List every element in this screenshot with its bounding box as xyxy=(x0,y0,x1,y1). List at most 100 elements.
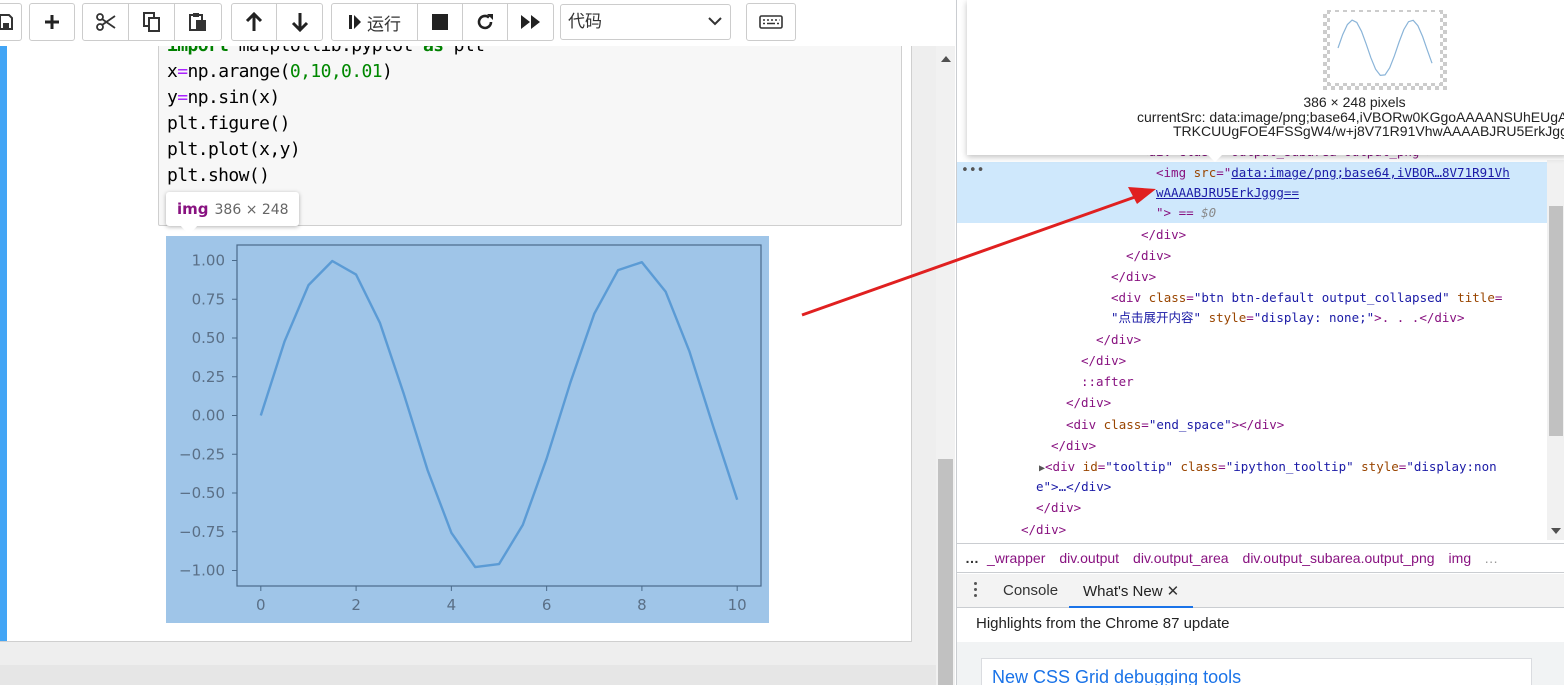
dom-line[interactable]: <div class="btn btn-default output_colla… xyxy=(1111,288,1502,308)
element-inspect-tooltip: img 386 × 248 xyxy=(166,192,299,226)
save-button[interactable] xyxy=(0,4,21,40)
code-line: y=np.sin(x) xyxy=(167,87,280,108)
elements-tree: ••• <div class="output_subarea output_pn… xyxy=(957,140,1547,540)
y-tick-label: −0.25 xyxy=(179,445,225,463)
preview-pointer xyxy=(1207,154,1223,162)
screen: 运行 代码 import ma xyxy=(0,0,1564,685)
card-title[interactable]: New CSS Grid debugging tools xyxy=(992,667,1241,685)
more-icon[interactable]: ••• xyxy=(961,163,984,178)
arrow-up-icon xyxy=(245,12,263,31)
run-all-button[interactable] xyxy=(508,4,553,40)
restart-button[interactable] xyxy=(463,4,509,40)
breadcrumb-item[interactable]: div.output_subarea.output_png xyxy=(1236,550,1442,566)
move-up-button[interactable] xyxy=(232,4,278,40)
paste-button[interactable] xyxy=(175,4,221,40)
dom-line[interactable]: </div> xyxy=(1036,498,1081,518)
tab-whats-new-label: What's New xyxy=(1083,583,1163,600)
breadcrumb-item[interactable]: div.output_area xyxy=(1126,550,1235,566)
whats-new-card[interactable]: New CSS Grid debugging tools xyxy=(981,658,1532,685)
chevron-down-icon xyxy=(708,17,722,26)
dom-line[interactable]: </div> xyxy=(1141,225,1186,245)
preview-dimensions: 386 × 248 pixels xyxy=(1303,94,1406,110)
plot-output[interactable]: 1.00 0.75 0.50 0.25 0.00 −0.25 −0.50 −0.75 −1.00… xyxy=(166,236,769,623)
tooltip-pointer xyxy=(180,225,198,235)
dom-line-img[interactable]: <img src="data:image/png;base64,iVBOR…8V… xyxy=(1156,163,1510,183)
run-group: 运行 xyxy=(331,3,554,41)
move-down-button[interactable] xyxy=(277,4,322,40)
x-tick-label: 10 xyxy=(728,596,747,614)
y-tick-label: 0.25 xyxy=(192,368,225,386)
x-tick-label: 4 xyxy=(447,596,457,614)
cell-type-select[interactable]: 代码 xyxy=(560,4,731,40)
code-line: plt.figure() xyxy=(167,113,290,134)
insert-group xyxy=(29,3,75,41)
dom-line[interactable]: e">…</div> xyxy=(1036,477,1111,497)
tooltip-tag: img xyxy=(177,200,209,218)
cell-type-value: 代码 xyxy=(568,12,602,32)
y-tick-label: −0.50 xyxy=(179,484,225,502)
tooltip-dims: 386 × 248 xyxy=(214,202,289,218)
dom-line[interactable]: ::after xyxy=(1081,372,1134,392)
dom-line[interactable]: <div class="end_space"></div> xyxy=(1066,415,1284,435)
edit-group xyxy=(82,3,222,41)
tab-console[interactable]: Console xyxy=(1003,582,1058,599)
dom-line[interactable]: "点击展开内容" style="display: none;">. . .</d… xyxy=(1111,308,1464,328)
command-palette-button[interactable] xyxy=(746,3,796,41)
breadcrumb-item[interactable]: img xyxy=(1442,550,1479,566)
dom-line[interactable]: </div> xyxy=(1051,436,1096,456)
run-button[interactable]: 运行 xyxy=(332,4,419,40)
y-tick-label: 0.50 xyxy=(192,329,225,347)
scroll-down-icon xyxy=(1551,528,1561,534)
drawer-menu-icon[interactable] xyxy=(974,582,978,600)
notebook-scrollbar[interactable] xyxy=(936,46,955,685)
selected-cell-indicator xyxy=(0,46,7,641)
dom-line[interactable]: </div> xyxy=(1066,393,1111,413)
x-tick-label: 2 xyxy=(351,596,361,614)
y-tick-label: 1.00 xyxy=(192,252,225,270)
scrollbar-thumb[interactable] xyxy=(1549,206,1563,436)
breadcrumb-item[interactable]: div.output xyxy=(1052,550,1126,566)
save-group xyxy=(0,3,22,41)
breadcrumb: … _wrapper div.output div.output_area di… xyxy=(957,543,1564,573)
code-line: plt.plot(x,y) xyxy=(167,139,301,160)
dom-line[interactable]: </div> xyxy=(1096,330,1141,350)
breadcrumb-overflow-icon[interactable]: … xyxy=(1478,550,1504,566)
img-src-link[interactable]: data:image/png;base64,iVBOR…8V71R91Vh xyxy=(1231,165,1509,180)
sine-chart: 1.00 0.75 0.50 0.25 0.00 −0.25 −0.50 −0.75 −1.00… xyxy=(166,236,769,623)
move-group xyxy=(231,3,323,41)
breadcrumb-more-icon[interactable]: … xyxy=(957,550,987,566)
whats-new-heading: Highlights from the Chrome 87 update xyxy=(976,615,1230,632)
dom-line[interactable]: </div> xyxy=(1021,520,1066,540)
elements-scrollbar[interactable] xyxy=(1547,160,1564,540)
insert-cell-button[interactable] xyxy=(30,4,74,40)
dom-line[interactable]: </div> xyxy=(1111,267,1156,287)
chart-background xyxy=(166,236,769,623)
code-line: plt.show() xyxy=(167,165,270,186)
arrow-down-icon xyxy=(291,13,308,32)
cut-button[interactable] xyxy=(83,4,129,40)
interrupt-button[interactable] xyxy=(418,4,464,40)
dom-line[interactable]: "> == $0 xyxy=(1156,203,1216,223)
scrollbar-thumb[interactable] xyxy=(938,459,953,685)
copy-icon xyxy=(142,12,160,32)
fast-forward-icon xyxy=(520,15,540,29)
close-icon[interactable]: ✕ xyxy=(1167,583,1180,600)
copy-button[interactable] xyxy=(129,4,175,40)
stop-icon xyxy=(432,14,449,30)
refresh-icon xyxy=(477,14,494,30)
breadcrumb-item[interactable]: _wrapper xyxy=(987,550,1052,566)
tab-whats-new[interactable]: What's New ✕ xyxy=(1069,574,1194,608)
y-tick-label: −0.75 xyxy=(179,523,225,541)
dom-line[interactable]: ▶<div id="tooltip" class="ipython_toolti… xyxy=(1039,457,1497,479)
dom-line[interactable]: wAAAABJRU5ErkJggg== xyxy=(1156,183,1299,203)
thumbnail-curve xyxy=(1337,19,1433,77)
preview-current-src-cont: TRKCUUgFOE4FSSgW4/w+j8V71R91VhwAAAABJRU5… xyxy=(1173,123,1564,139)
dom-line[interactable]: </div> xyxy=(1126,246,1171,266)
paste-icon xyxy=(189,13,206,31)
save-icon xyxy=(0,14,13,30)
code-line: import matplotlib.pyplot as plt xyxy=(167,46,485,56)
y-tick-label: −1.00 xyxy=(179,562,225,580)
dom-line[interactable]: </div> xyxy=(1081,351,1126,371)
plus-icon xyxy=(45,15,59,29)
code-line: x=np.arange(0,10,0.01) xyxy=(167,61,393,82)
